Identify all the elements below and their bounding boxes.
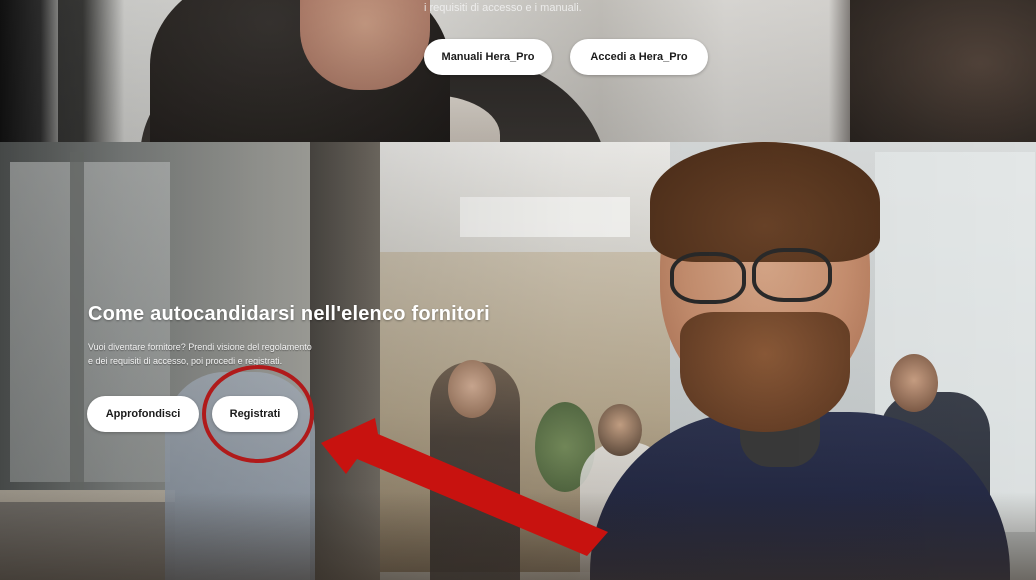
photo-shade xyxy=(0,0,1036,160)
manuali-hera-pro-button[interactable]: Manuali Hera_Pro xyxy=(424,39,552,75)
hero-description-line-1: Vuoi diventare fornitore? Prendi visione… xyxy=(88,342,312,352)
hero-description: Vuoi diventare fornitore? Prendi visione… xyxy=(88,340,418,368)
approfondisci-button[interactable]: Approfondisci xyxy=(87,396,199,432)
registrati-button[interactable]: Registrati xyxy=(212,396,298,432)
hero-description-line-2: e dei requisiti di accesso, poi procedi … xyxy=(88,356,283,366)
top-hero-image xyxy=(0,0,1036,160)
top-caption: i requisiti di accesso e i manuali. xyxy=(424,2,582,14)
hero-title: Come autocandidarsi nell'elenco fornitor… xyxy=(88,303,490,325)
accedi-hera-pro-button[interactable]: Accedi a Hera_Pro xyxy=(570,39,708,75)
